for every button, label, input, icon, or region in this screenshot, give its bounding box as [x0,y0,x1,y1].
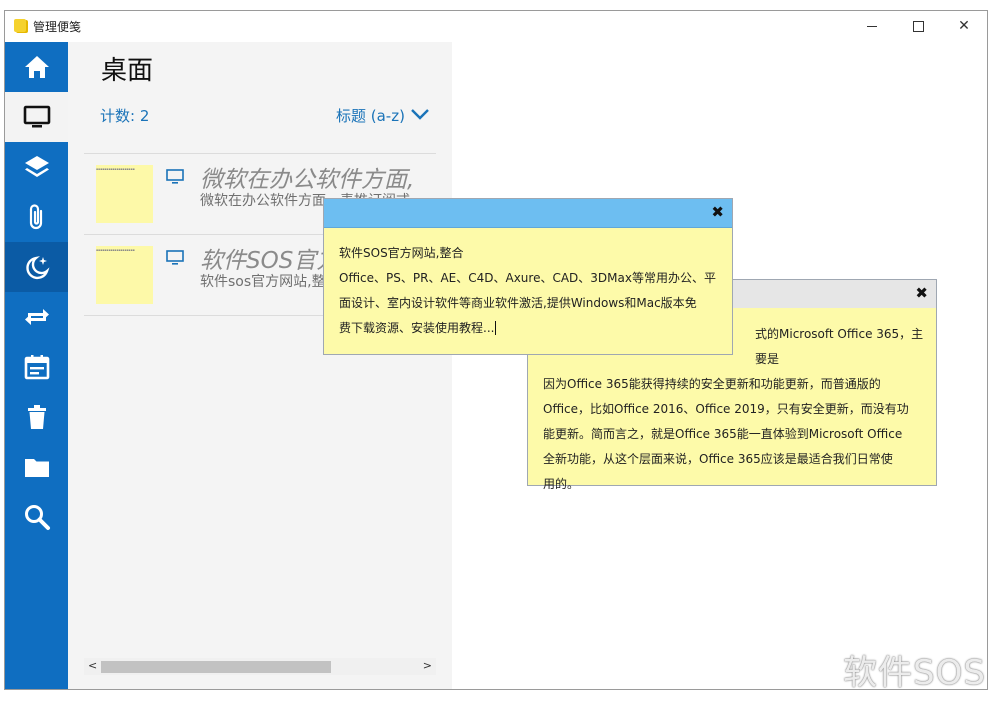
chevron-down-icon[interactable] [410,107,430,121]
desktop-icon [166,169,184,184]
sidebar-item-trash[interactable] [5,392,68,442]
close-note-icon[interactable]: ✖ [711,204,724,220]
sidebar-item-home[interactable] [5,42,68,92]
watermark: 软件SOS [843,653,986,693]
minimize-icon [867,25,877,27]
minimize-button[interactable] [849,11,895,41]
note-count: 计数: 2 [100,107,150,125]
note-list-pane: 桌面 计数: 2 标题 (a-z) ▪▪▪▪▪▪▪▪▪▪▪▪▪▪▪▪▪▪▪ 微软… [68,42,452,689]
window-title: 管理便笺 [33,20,82,34]
note-header[interactable]: ✖ [324,199,732,228]
sync-icon [24,309,49,325]
page-title: 桌面 [101,56,154,86]
sidebar-item-attachments[interactable] [5,192,68,242]
note-content[interactable]: 软件SOS官方网站,整合 Office、PS、PR、AE、C4D、Axure、C… [339,241,720,341]
sidebar-item-sync[interactable] [5,292,68,342]
close-button[interactable]: ✕ [941,11,987,41]
calendar-icon [24,355,49,380]
home-icon [24,56,49,78]
close-icon: ✕ [958,18,970,34]
sidebar-item-layers[interactable] [5,142,68,192]
title-bar[interactable]: 管理便笺 ✕ [5,11,987,42]
sidebar [5,42,68,689]
search-icon [24,505,50,530]
scrollbar-thumb[interactable] [101,661,331,673]
note-title: 微软在办公软件方面, [200,167,415,193]
trash-icon [27,405,46,429]
close-note-icon[interactable]: ✖ [915,285,928,301]
maximize-icon [912,20,924,32]
paperclip-icon [29,204,42,230]
layers-icon [24,156,49,177]
desktop-icon [23,105,50,128]
note-thumbnail: ▪▪▪▪▪▪▪▪▪▪▪▪▪▪▪▪▪▪▪ [96,246,153,304]
maximize-button[interactable] [895,11,941,41]
desktop-icon [166,250,184,265]
horizontal-scrollbar[interactable]: < > [84,658,436,675]
moon-stars-icon [25,256,49,280]
sidebar-item-night[interactable] [5,242,68,292]
sidebar-item-calendar[interactable] [5,342,68,392]
note-title: 软件SOS官方 [200,248,340,274]
sticky-note-front[interactable]: ✖ 软件SOS官方网站,整合 Office、PS、PR、AE、C4D、Axure… [323,198,733,355]
scroll-right-icon[interactable]: > [423,659,432,672]
sidebar-item-folder[interactable] [5,442,68,492]
folder-icon [24,459,49,477]
sidebar-item-desktop[interactable] [5,92,68,142]
sidebar-item-search[interactable] [5,492,68,542]
note-thumbnail: ▪▪▪▪▪▪▪▪▪▪▪▪▪▪▪▪▪▪▪ [96,165,153,223]
text-cursor [495,321,497,335]
sort-dropdown[interactable]: 标题 (a-z) [336,105,405,126]
scroll-left-icon[interactable]: < [88,659,97,672]
sticky-note-app-icon [14,19,26,32]
